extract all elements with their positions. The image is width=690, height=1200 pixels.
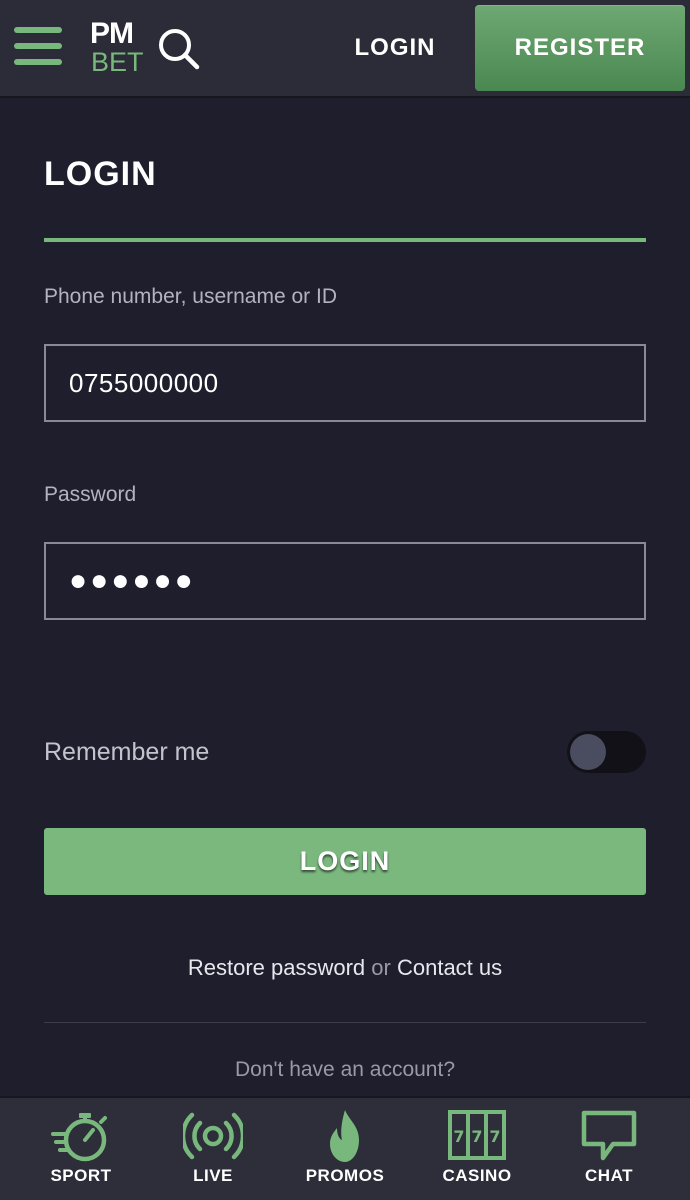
header-login-button[interactable]: LOGIN	[340, 24, 450, 72]
password-field[interactable]: ●●●●●●	[44, 542, 646, 620]
contact-us-link[interactable]: Contact us	[397, 955, 502, 980]
nav-item-chat[interactable]: CHAT	[540, 1098, 678, 1200]
header-register-button[interactable]: REGISTER	[475, 5, 685, 91]
nav-item-live[interactable]: LIVE	[144, 1098, 282, 1200]
nav-label-live: LIVE	[193, 1166, 233, 1185]
nav-item-casino[interactable]: 7 7 7 CASINO	[408, 1098, 546, 1200]
remember-me-label: Remember me	[44, 738, 210, 766]
title-divider	[44, 238, 646, 242]
username-label: Phone number, username or ID	[44, 285, 337, 308]
password-label: Password	[44, 483, 137, 506]
nav-label-promos: PROMOS	[305, 1166, 385, 1185]
nav-item-promos[interactable]: PROMOS	[276, 1098, 414, 1200]
toggle-knob	[570, 734, 606, 770]
chat-bubble-icon	[581, 1110, 637, 1161]
menu-icon[interactable]	[14, 27, 62, 69]
remember-me-toggle[interactable]	[567, 731, 646, 773]
broadcast-icon	[183, 1112, 243, 1160]
no-account-text: Don't have an account?	[235, 1058, 455, 1081]
search-icon[interactable]	[156, 26, 202, 72]
flame-icon	[330, 1110, 359, 1162]
slot-machine-icon: 7 7 7	[448, 1110, 506, 1160]
bottom-nav: SPORT LIVE PROMOS 7 7 7 CASINO CHAT	[0, 1096, 690, 1200]
section-divider	[44, 1022, 646, 1023]
login-submit-button[interactable]: LOGIN	[44, 828, 646, 895]
top-header: PM BET LOGIN REGISTER	[0, 0, 690, 98]
stopwatch-icon	[51, 1113, 107, 1162]
or-text: or	[365, 955, 397, 980]
logo-top-text: PM	[90, 17, 134, 50]
username-field[interactable]: 0755000000	[44, 344, 646, 422]
username-value: 0755000000	[69, 368, 219, 398]
password-value: ●●●●●●	[69, 564, 196, 597]
svg-text:7: 7	[489, 1127, 500, 1146]
restore-password-link[interactable]: Restore password	[188, 955, 365, 980]
svg-text:7: 7	[471, 1127, 482, 1146]
page-title: LOGIN	[44, 155, 157, 193]
nav-item-sport[interactable]: SPORT	[12, 1098, 150, 1200]
nav-label-casino: CASINO	[442, 1166, 512, 1185]
logo-bottom-text: BET	[91, 47, 144, 77]
nav-label-chat: CHAT	[585, 1166, 633, 1185]
svg-text:7: 7	[453, 1127, 464, 1146]
pmbet-logo[interactable]: PM BET	[90, 17, 144, 78]
help-links: Restore password or Contact us	[0, 952, 690, 984]
nav-label-sport: SPORT	[50, 1166, 112, 1185]
